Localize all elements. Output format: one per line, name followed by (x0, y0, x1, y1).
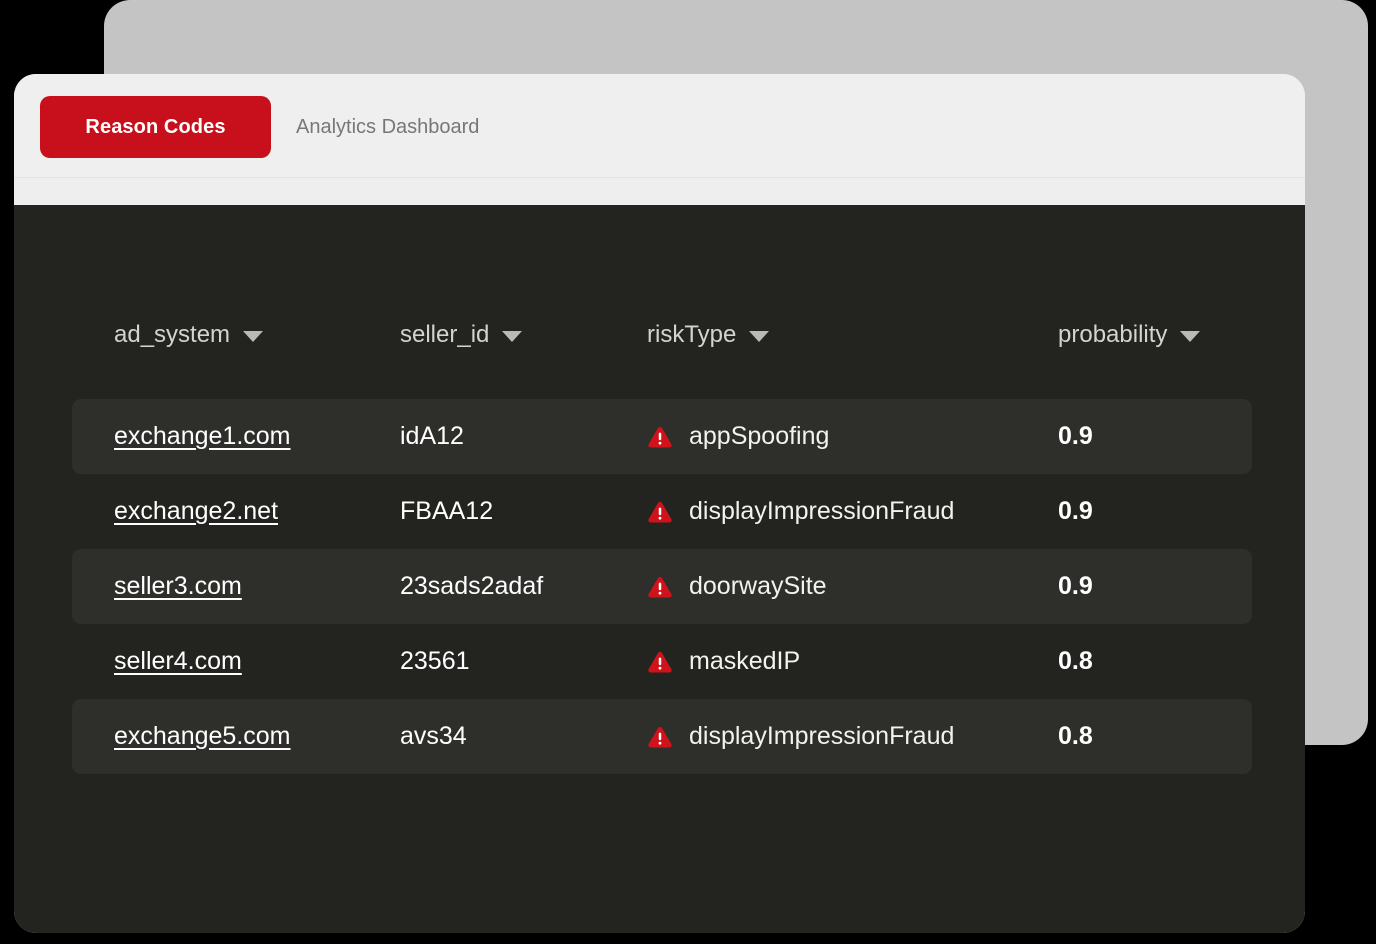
tab-analytics-dashboard[interactable]: Analytics Dashboard (296, 96, 479, 158)
cell-ad-system: seller3.com (114, 549, 242, 624)
cell-seller-id: 23sads2adaf (400, 549, 543, 624)
reason-codes-table: ad_system seller_id riskType probability (14, 205, 1305, 933)
cell-ad-system: exchange5.com (114, 699, 291, 774)
table-row[interactable]: exchange5.com avs34 displayImpressionFra… (72, 699, 1252, 774)
ad-system-link[interactable]: exchange2.net (114, 497, 278, 526)
tab-analytics-dashboard-label: Analytics Dashboard (296, 116, 479, 139)
warning-icon (647, 424, 673, 450)
warning-icon (647, 724, 673, 750)
chevron-down-icon[interactable] (502, 331, 522, 342)
chevron-down-icon[interactable] (749, 331, 769, 342)
cell-probability: 0.8 (1058, 624, 1093, 699)
column-header-ad-system-label: ad_system (114, 321, 230, 349)
column-header-seller-id-label: seller_id (400, 321, 489, 349)
ad-system-link[interactable]: exchange1.com (114, 422, 291, 451)
ad-system-link[interactable]: exchange5.com (114, 722, 291, 751)
column-header-probability-label: probability (1058, 321, 1167, 349)
risk-type-label: displayImpressionFraud (689, 497, 954, 526)
ad-system-link[interactable]: seller3.com (114, 572, 242, 601)
column-header-risk-type-label: riskType (647, 321, 736, 349)
cell-probability: 0.9 (1058, 474, 1093, 549)
cell-risk-type: displayImpressionFraud (647, 699, 954, 774)
table-row[interactable]: exchange2.net FBAA12 displayImpressionFr… (72, 474, 1252, 549)
chevron-down-icon[interactable] (1180, 331, 1200, 342)
cell-risk-type: displayImpressionFraud (647, 474, 954, 549)
cell-probability: 0.9 (1058, 399, 1093, 474)
warning-icon (647, 574, 673, 600)
cell-ad-system: seller4.com (114, 624, 242, 699)
table-header-row: ad_system seller_id riskType probability (72, 321, 1252, 377)
column-header-risk-type[interactable]: riskType (647, 321, 769, 349)
cell-ad-system: exchange2.net (114, 474, 278, 549)
cell-probability: 0.9 (1058, 549, 1093, 624)
risk-type-label: appSpoofing (689, 422, 829, 451)
cell-risk-type: appSpoofing (647, 399, 829, 474)
cell-risk-type: doorwaySite (647, 549, 827, 624)
tab-bar: Reason Codes Analytics Dashboard (14, 74, 1305, 178)
cell-ad-system: exchange1.com (114, 399, 291, 474)
column-header-seller-id[interactable]: seller_id (400, 321, 522, 349)
toolbar-strip (14, 178, 1305, 205)
risk-type-label: displayImpressionFraud (689, 722, 954, 751)
cell-risk-type: maskedIP (647, 624, 800, 699)
cell-seller-id: idA12 (400, 399, 464, 474)
ad-system-link[interactable]: seller4.com (114, 647, 242, 676)
table-row[interactable]: seller4.com 23561 maskedIP 0.8 (72, 624, 1252, 699)
table-row[interactable]: seller3.com 23sads2adaf doorwaySite 0.9 (72, 549, 1252, 624)
table-inner: ad_system seller_id riskType probability (72, 321, 1252, 774)
tab-reason-codes-label: Reason Codes (85, 116, 225, 139)
cell-seller-id: FBAA12 (400, 474, 493, 549)
column-header-ad-system[interactable]: ad_system (114, 321, 263, 349)
warning-icon (647, 649, 673, 675)
warning-icon (647, 499, 673, 525)
cell-seller-id: 23561 (400, 624, 470, 699)
tab-reason-codes[interactable]: Reason Codes (40, 96, 271, 158)
cell-probability: 0.8 (1058, 699, 1093, 774)
table-row[interactable]: exchange1.com idA12 appSpoofing 0.9 (72, 399, 1252, 474)
column-header-probability[interactable]: probability (1058, 321, 1200, 349)
cell-seller-id: avs34 (400, 699, 467, 774)
app-window: Reason Codes Analytics Dashboard ad_syst… (14, 74, 1305, 933)
risk-type-label: doorwaySite (689, 572, 827, 601)
risk-type-label: maskedIP (689, 647, 800, 676)
table-body: exchange1.com idA12 appSpoofing 0.9 (72, 399, 1252, 774)
chevron-down-icon[interactable] (243, 331, 263, 342)
